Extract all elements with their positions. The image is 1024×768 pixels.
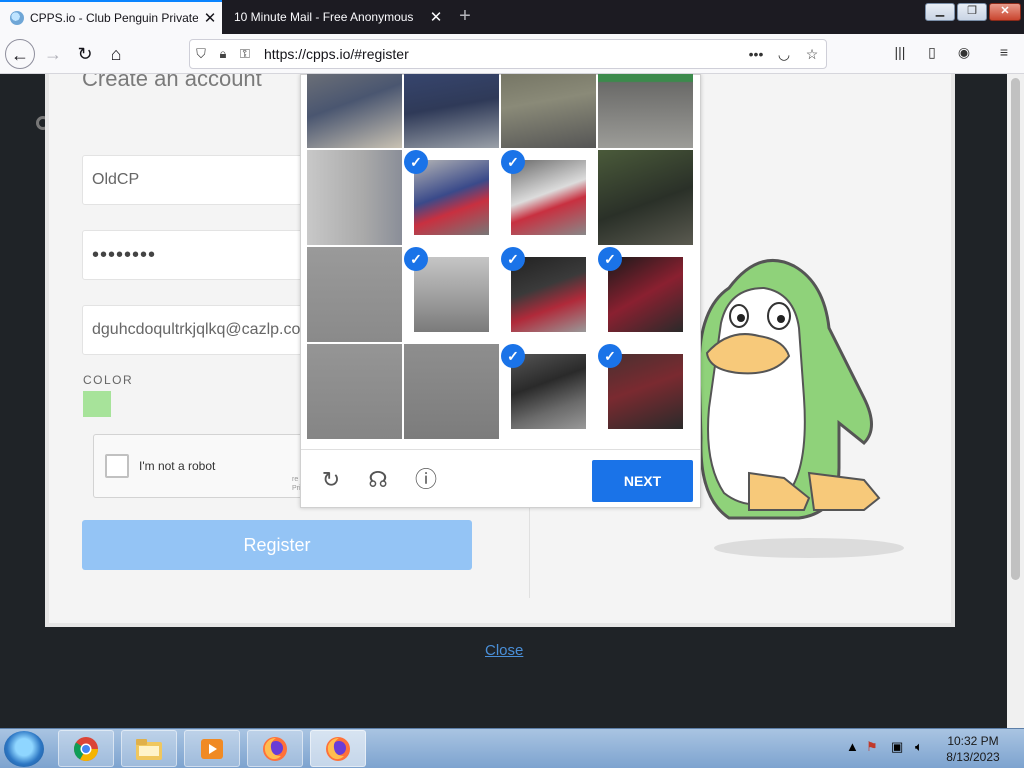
recaptcha-widget: I'm not a robot re Pri xyxy=(93,434,308,498)
captcha-tile-2[interactable] xyxy=(404,74,499,148)
selected-check-icon: ✓ xyxy=(501,344,525,368)
more-icon[interactable]: ••• xyxy=(742,46,770,62)
password-field[interactable]: •••••••• xyxy=(82,230,312,280)
firefox-icon[interactable] xyxy=(247,730,303,767)
media-player-icon[interactable] xyxy=(184,730,240,767)
key-icon[interactable]: ⚿ xyxy=(234,46,256,62)
selected-check-icon: ✓ xyxy=(501,247,525,271)
shield-icon[interactable]: ⛉ xyxy=(190,46,212,62)
minimize-button[interactable]: ▁ xyxy=(925,3,955,21)
color-swatch[interactable] xyxy=(83,391,111,417)
captcha-tile-15[interactable]: ✓ xyxy=(501,344,596,439)
recaptcha-checkbox[interactable] xyxy=(105,454,129,478)
captcha-tile-8[interactable] xyxy=(598,150,693,245)
menu-icon[interactable]: ≡ xyxy=(993,44,1015,64)
captcha-tile-12[interactable]: ✓ xyxy=(598,247,693,342)
selected-check-icon: ✓ xyxy=(598,344,622,368)
captcha-tile-1[interactable] xyxy=(307,74,402,148)
navigation-toolbar: ← → ↻ ⌂ ⛉ 🔒︎ ⚿ https://cpps.io/#register… xyxy=(0,34,1024,74)
captcha-tile-14[interactable] xyxy=(404,344,499,439)
next-button[interactable]: NEXT xyxy=(592,460,693,502)
recaptcha-challenge: ✓ ✓ ✓ ✓ ✓ ✓ ✓ ↻ ☊ ⓘ NEXT xyxy=(300,74,701,508)
sidebar-icon[interactable]: ▯ xyxy=(921,44,943,64)
page-title: Create an account xyxy=(82,74,262,91)
account-icon[interactable]: ◉ xyxy=(953,44,975,64)
tab-close-icon[interactable]: ✕ xyxy=(424,8,448,26)
color-label: COLOR xyxy=(83,373,134,387)
page-content: Create an account OldCP •••••••• dguhcdo… xyxy=(0,74,1024,728)
selected-check-icon: ✓ xyxy=(404,247,428,271)
library-icon[interactable]: ||| xyxy=(889,44,911,64)
captcha-tile-7[interactable]: ✓ xyxy=(501,150,596,245)
clock-date: 8/13/2023 xyxy=(946,750,1000,764)
captcha-tile-4[interactable] xyxy=(598,74,693,148)
captcha-footer: ↻ ☊ ⓘ NEXT xyxy=(301,449,700,509)
selected-check-icon: ✓ xyxy=(404,150,428,174)
home-icon[interactable]: ⌂ xyxy=(101,39,131,69)
captcha-tile-3[interactable] xyxy=(501,74,596,148)
chrome-icon[interactable] xyxy=(58,730,114,767)
reload-icon[interactable]: ↻ xyxy=(70,39,100,69)
captcha-image-grid: ✓ ✓ ✓ ✓ ✓ ✓ ✓ xyxy=(307,74,695,442)
clock-time: 10:32 PM xyxy=(947,734,999,748)
page-scrollbar[interactable] xyxy=(1007,74,1024,728)
tab-close-icon[interactable]: ✕ xyxy=(198,9,222,27)
url-bar[interactable]: ⛉ 🔒︎ ⚿ https://cpps.io/#register ••• ◡ ☆ xyxy=(189,39,827,69)
audio-icon[interactable]: ☊ xyxy=(364,466,392,494)
tab-bar: CPPS.io - Club Penguin Private ✕ 10 Minu… xyxy=(0,0,1024,34)
close-link[interactable]: Close xyxy=(485,642,523,659)
lock-icon[interactable]: 🔒︎ xyxy=(212,46,234,62)
selected-check-icon: ✓ xyxy=(598,247,622,271)
pocket-icon[interactable]: ◡ xyxy=(770,46,798,63)
register-button[interactable]: Register xyxy=(82,520,472,570)
new-tab-button[interactable]: + xyxy=(452,4,478,30)
email-field[interactable]: dguhcdoqultrkjqlkq@cazlp.com xyxy=(82,305,312,355)
star-icon[interactable]: ☆ xyxy=(798,46,826,63)
windows-taskbar: ▲ ⚑ ▣ 🔈︎ 10:32 PM 8/13/2023 xyxy=(0,728,1024,768)
captcha-tile-10[interactable]: ✓ xyxy=(404,247,499,342)
system-clock[interactable]: 10:32 PM 8/13/2023 xyxy=(938,733,1008,765)
penguin-illustration xyxy=(697,258,904,558)
captcha-tile-16[interactable]: ✓ xyxy=(598,344,693,439)
show-hidden-icons-icon[interactable]: ▲ xyxy=(846,739,859,754)
reload-icon[interactable]: ↻ xyxy=(317,466,345,494)
captcha-tile-6[interactable]: ✓ xyxy=(404,150,499,245)
captcha-tile-5[interactable] xyxy=(307,150,402,245)
file-explorer-icon[interactable] xyxy=(121,730,177,767)
info-icon[interactable]: ⓘ xyxy=(412,466,440,494)
url-text[interactable]: https://cpps.io/#register xyxy=(264,46,742,62)
action-center-icon[interactable]: ⚑ xyxy=(866,739,878,755)
back-icon[interactable]: ← xyxy=(5,39,35,69)
tab-title: CPPS.io - Club Penguin Private xyxy=(30,11,198,25)
selected-check-icon: ✓ xyxy=(501,150,525,174)
cpps-favicon-icon xyxy=(10,11,24,25)
captcha-tile-13[interactable] xyxy=(307,344,402,439)
tab-10minutemail[interactable]: 10 Minute Mail - Free Anonymous ✕ xyxy=(222,0,448,34)
firefox-active-icon[interactable] xyxy=(310,730,366,767)
tab-cpps[interactable]: CPPS.io - Club Penguin Private ✕ xyxy=(0,0,222,34)
recaptcha-label: I'm not a robot xyxy=(139,459,216,473)
maximize-button[interactable]: ❐ xyxy=(957,3,987,21)
captcha-tile-9[interactable] xyxy=(307,247,402,342)
network-icon[interactable]: ▣ xyxy=(891,739,903,755)
captcha-tile-11[interactable]: ✓ xyxy=(501,247,596,342)
scrollbar-thumb[interactable] xyxy=(1011,78,1020,580)
volume-icon[interactable]: 🔈︎ xyxy=(915,739,923,755)
window-close-button[interactable]: ✕ xyxy=(989,3,1021,21)
tab-title: 10 Minute Mail - Free Anonymous xyxy=(234,10,414,24)
forward-icon[interactable]: → xyxy=(38,39,68,69)
username-field[interactable]: OldCP xyxy=(82,155,312,205)
start-button[interactable] xyxy=(4,731,44,767)
